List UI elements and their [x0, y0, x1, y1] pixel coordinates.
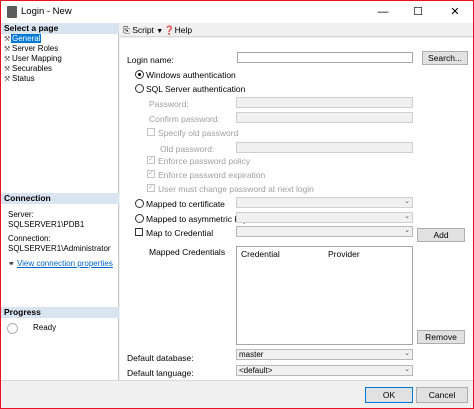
- certificate-select[interactable]: ⌄: [236, 197, 413, 208]
- mapped-asym-key-radio[interactable]: [135, 214, 144, 223]
- provider-column-header: Provider: [328, 249, 360, 259]
- default-database-label: Default database:: [127, 353, 194, 363]
- confirm-password-label: Confirm password:: [149, 114, 220, 124]
- wrench-icon: ⚒: [4, 76, 11, 83]
- enforce-expiration-label: Enforce password expiration: [158, 170, 266, 180]
- windows-auth-radio[interactable]: [135, 70, 144, 79]
- sql-auth-radio[interactable]: [135, 84, 144, 93]
- credential-column-header: Credential: [241, 249, 280, 259]
- app-icon: [7, 6, 17, 18]
- confirm-password-input[interactable]: [236, 112, 413, 123]
- default-database-select[interactable]: master ⌄: [236, 349, 413, 360]
- chevron-down-icon: ⌄: [404, 213, 410, 220]
- sql-auth-label: SQL Server authentication: [146, 84, 246, 94]
- old-password-label: Old password:: [160, 144, 215, 154]
- remove-button[interactable]: Remove: [417, 330, 465, 344]
- chevron-down-icon: ⌄: [404, 366, 410, 373]
- script-button[interactable]: ⎘ Script ▼: [123, 25, 163, 36]
- must-change-label: User must change password at next login: [158, 184, 314, 194]
- specify-old-password-label: Specify old password: [158, 128, 239, 138]
- login-new-dialog: Login - New — ☐ ✕ Select a page ⚒ General…: [0, 0, 474, 409]
- connection-header: Connection: [1, 193, 119, 204]
- progress-header: Progress: [1, 307, 119, 318]
- enforce-policy-label: Enforce password policy: [158, 156, 251, 166]
- maximize-button[interactable]: ☐: [400, 1, 436, 23]
- select-page-header: Select a page: [1, 23, 119, 34]
- old-password-input[interactable]: [236, 142, 413, 153]
- toolbar: ⎘ Script ▼ ❓Help: [120, 23, 473, 37]
- help-icon: ❓: [164, 25, 175, 35]
- mapped-credentials-label: Mapped Credentials: [149, 247, 226, 257]
- map-credential-checkbox[interactable]: [135, 228, 143, 236]
- mapped-certificate-radio[interactable]: [135, 199, 144, 208]
- progress-indicator-icon: [7, 323, 18, 334]
- search-button[interactable]: Search...: [422, 51, 468, 65]
- default-language-label: Default language:: [127, 368, 194, 378]
- minimize-button[interactable]: —: [365, 1, 401, 23]
- ok-button[interactable]: OK: [365, 387, 413, 403]
- password-input[interactable]: [236, 97, 413, 108]
- login-name-input[interactable]: [237, 52, 413, 63]
- enforce-policy-checkbox[interactable]: ✓: [147, 156, 155, 164]
- login-name-label: Login name:: [127, 55, 174, 65]
- asym-key-select[interactable]: ⌄: [236, 212, 413, 223]
- chevron-down-icon: ⌄: [404, 350, 410, 357]
- left-panel: Select a page ⚒ General ⚒ Server Roles ⚒ Us…: [1, 23, 119, 380]
- cancel-button[interactable]: Cancel: [416, 387, 468, 403]
- page-item-user-mapping[interactable]: ⚒ User Mapping: [4, 54, 63, 64]
- windows-auth-label: Windows authentication: [146, 70, 236, 80]
- dialog-footer: OK Cancel: [1, 380, 473, 408]
- mapped-certificate-label: Mapped to certificate: [146, 199, 225, 209]
- must-change-checkbox[interactable]: ✓: [147, 184, 155, 192]
- default-language-select[interactable]: <default> ⌄: [236, 365, 413, 376]
- page-item-general[interactable]: ⚒ General: [4, 34, 42, 44]
- page-item-status[interactable]: ⚒ Status: [4, 74, 36, 84]
- general-page: Login name: Search... Windows authentica…: [120, 38, 473, 380]
- add-button[interactable]: Add: [417, 228, 465, 242]
- credential-select[interactable]: ⌄: [236, 226, 413, 237]
- connection-value: SQLSERVER1\Administrator: [8, 244, 111, 253]
- chevron-down-icon: ▼: [156, 28, 164, 35]
- map-credential-label: Map to Credential: [146, 228, 214, 238]
- chevron-down-icon: ⌄: [404, 227, 410, 234]
- mapped-asym-key-label: Mapped to asymmetric key: [146, 214, 248, 224]
- server-label: Server:: [8, 210, 34, 219]
- progress-status: Ready: [33, 323, 57, 332]
- connection-properties-icon: ⚭: [8, 259, 15, 268]
- view-connection-link[interactable]: View connection properties: [17, 259, 113, 268]
- chevron-down-icon: ⌄: [404, 198, 410, 205]
- connection-label: Connection:: [8, 234, 51, 243]
- enforce-expiration-checkbox[interactable]: ✓: [147, 170, 155, 178]
- view-connection-properties[interactable]: ⚭ View connection properties: [8, 259, 113, 269]
- server-value: SQLSERVER1\PDB1: [8, 220, 85, 229]
- close-button[interactable]: ✕: [437, 1, 473, 23]
- page-item-securables[interactable]: ⚒ Securables: [4, 64, 53, 74]
- script-icon: ⎘: [123, 25, 130, 35]
- password-label: Password:: [149, 99, 189, 109]
- title-bar: Login - New — ☐ ✕: [1, 1, 473, 23]
- mapped-credentials-grid[interactable]: Credential Provider: [236, 246, 413, 345]
- window-title: Login - New: [21, 6, 72, 17]
- help-button[interactable]: ❓Help: [164, 25, 192, 36]
- specify-old-password-checkbox[interactable]: [147, 128, 155, 136]
- page-item-server-roles[interactable]: ⚒ Server Roles: [4, 44, 59, 54]
